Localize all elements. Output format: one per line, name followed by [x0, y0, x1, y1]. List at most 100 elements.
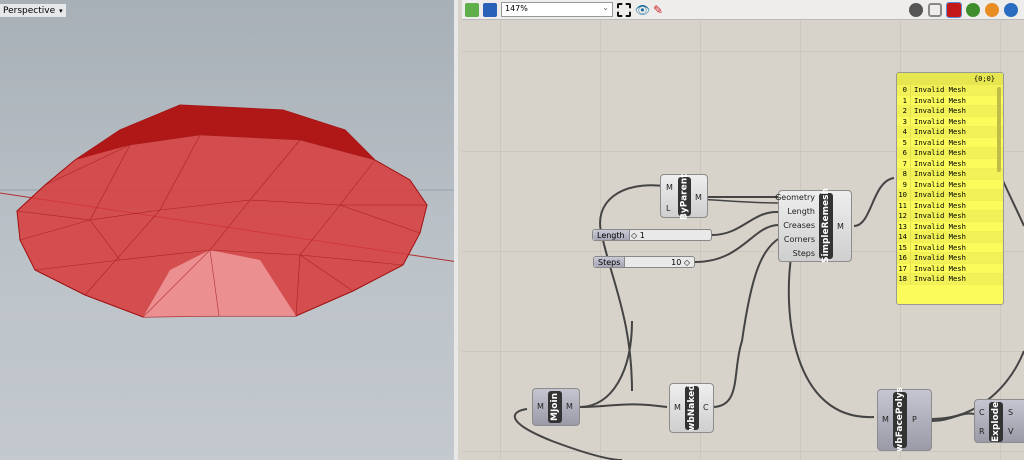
save-icon[interactable]: [483, 2, 497, 17]
component-name: wbNaked: [685, 384, 699, 432]
output-p[interactable]: P: [912, 415, 917, 424]
row-text: Invalid Mesh: [914, 106, 966, 115]
panel-row: 6 Invalid Mesh: [897, 148, 1003, 159]
shaded-preview-icon[interactable]: [946, 2, 962, 18]
input-c[interactable]: C: [979, 408, 985, 417]
row-text: Invalid Mesh: [914, 263, 966, 273]
row-text: Invalid Mesh: [914, 274, 966, 283]
row-index: 17: [897, 263, 911, 273]
output-m[interactable]: M: [566, 402, 573, 411]
panel-row: 3 Invalid Mesh: [897, 116, 1003, 127]
viewport-label[interactable]: Perspective ▾: [0, 4, 66, 17]
input-length[interactable]: Length: [787, 207, 815, 216]
mjoin-component[interactable]: M MJoin M: [532, 388, 580, 426]
component-name: Explode: [989, 401, 1003, 443]
input-m[interactable]: M: [674, 403, 681, 412]
input-m[interactable]: M: [666, 183, 673, 192]
sketch-pen-icon[interactable]: ✎: [653, 3, 667, 17]
input-r[interactable]: R: [979, 427, 985, 436]
input-m[interactable]: M: [537, 402, 544, 411]
toolbar: 147% ⌄ 👁 ✎: [462, 0, 1024, 20]
row-text: Invalid Mesh: [914, 179, 966, 189]
output-m[interactable]: M: [695, 193, 702, 202]
length-slider[interactable]: Length ◇ 1: [592, 229, 712, 241]
input-m[interactable]: M: [882, 415, 889, 424]
wireframe-preview-icon[interactable]: [928, 3, 942, 17]
row-text: Invalid Mesh: [914, 190, 966, 199]
eye-icon[interactable]: 👁: [635, 3, 650, 17]
rhino-viewport[interactable]: Perspective ▾: [0, 0, 458, 460]
slider-label: Steps: [594, 257, 626, 267]
row-index: 2: [897, 106, 911, 116]
panel-row: 0 Invalid Mesh: [897, 85, 1003, 96]
panel-row: 2 Invalid Mesh: [897, 106, 1003, 117]
row-text: Invalid Mesh: [914, 127, 966, 136]
slider-label: Length: [593, 230, 630, 240]
panel-row: 5 Invalid Mesh: [897, 137, 1003, 148]
preview-quality-icon[interactable]: [1004, 3, 1018, 17]
row-text: Invalid Mesh: [914, 169, 966, 178]
output-s[interactable]: S: [1008, 408, 1013, 417]
explode-component[interactable]: C R Explode S V: [974, 399, 1024, 443]
preview-off-icon[interactable]: [909, 3, 923, 17]
dome-mesh: [0, 104, 454, 318]
output-v[interactable]: V: [1008, 427, 1013, 436]
steps-slider[interactable]: Steps 10 ◇: [593, 256, 695, 268]
wbnaked-component[interactable]: M wbNaked C: [669, 383, 714, 433]
panel-row: 7 Invalid Mesh: [897, 158, 1003, 169]
panel-row: 15 Invalid Mesh: [897, 242, 1003, 253]
row-index: 6: [897, 148, 911, 158]
zoom-select[interactable]: 147% ⌄: [501, 2, 613, 17]
input-geometry[interactable]: Geometry: [775, 193, 815, 202]
panel-row: 14 Invalid Mesh: [897, 232, 1003, 243]
row-text: Invalid Mesh: [914, 200, 966, 210]
row-text: Invalid Mesh: [914, 158, 966, 168]
row-index: 12: [897, 211, 911, 221]
panel-row: 18 Invalid Mesh: [897, 274, 1003, 285]
open-file-icon[interactable]: [465, 2, 479, 17]
input-l[interactable]: L: [666, 204, 670, 213]
slider-value: 10 ◇: [671, 258, 690, 267]
component-name: MJoin: [548, 391, 562, 423]
panel-row: 4 Invalid Mesh: [897, 127, 1003, 138]
row-index: 9: [897, 179, 911, 189]
preview-selected-icon[interactable]: [966, 3, 980, 17]
input-creases[interactable]: Creases: [783, 221, 815, 230]
row-index: 18: [897, 274, 911, 284]
row-text: Invalid Mesh: [914, 232, 966, 241]
simpleremesh-component[interactable]: Geometry Length Creases Corners Steps Si…: [775, 188, 852, 264]
gh-canvas[interactable]: M L ByParent M Geometry Length Creases C…: [462, 21, 1024, 460]
row-text: Invalid Mesh: [914, 148, 966, 157]
viewport-name: Perspective: [3, 5, 56, 16]
row-text: Invalid Mesh: [914, 95, 966, 105]
output-c[interactable]: C: [703, 403, 709, 412]
row-index: 8: [897, 169, 911, 179]
output-panel[interactable]: {0;0} 0 Invalid Mesh 1 Invalid Mesh 2 Invalid…: [896, 72, 1004, 305]
row-text: Invalid Mesh: [914, 137, 966, 147]
document-preview-icon[interactable]: [985, 3, 999, 17]
chevron-down-icon: ▾: [59, 6, 63, 15]
panel-scrollbar[interactable]: [997, 87, 1001, 172]
byparent-component[interactable]: M L ByParent M: [660, 173, 708, 220]
component-name: wbFacePolys: [893, 387, 907, 453]
panel-row: 16 Invalid Mesh: [897, 253, 1003, 264]
row-text: Invalid Mesh: [914, 221, 966, 231]
row-index: 10: [897, 190, 911, 200]
wbfacepolys-component[interactable]: M wbFacePolys P: [877, 387, 932, 453]
panel-row: 1 Invalid Mesh: [897, 95, 1003, 106]
input-corners[interactable]: Corners: [784, 235, 815, 244]
row-text: Invalid Mesh: [914, 211, 966, 220]
panel-path: {0;0}: [897, 73, 1003, 85]
panel-row: 9 Invalid Mesh: [897, 179, 1003, 190]
panel-row: 17 Invalid Mesh: [897, 263, 1003, 274]
grasshopper-editor: 147% ⌄ 👁 ✎ M L ByParent M Geometry Length: [462, 0, 1024, 460]
row-index: 15: [897, 242, 911, 252]
component-name: ByParent: [678, 173, 691, 220]
row-text: Invalid Mesh: [914, 242, 966, 252]
component-name: SimpleRemesh: [819, 188, 833, 264]
input-steps[interactable]: Steps: [793, 249, 815, 258]
panel-row: 11 Invalid Mesh: [897, 200, 1003, 211]
output-m[interactable]: M: [837, 222, 844, 231]
row-index: 0: [897, 85, 911, 95]
zoom-extents-icon[interactable]: [617, 2, 631, 17]
